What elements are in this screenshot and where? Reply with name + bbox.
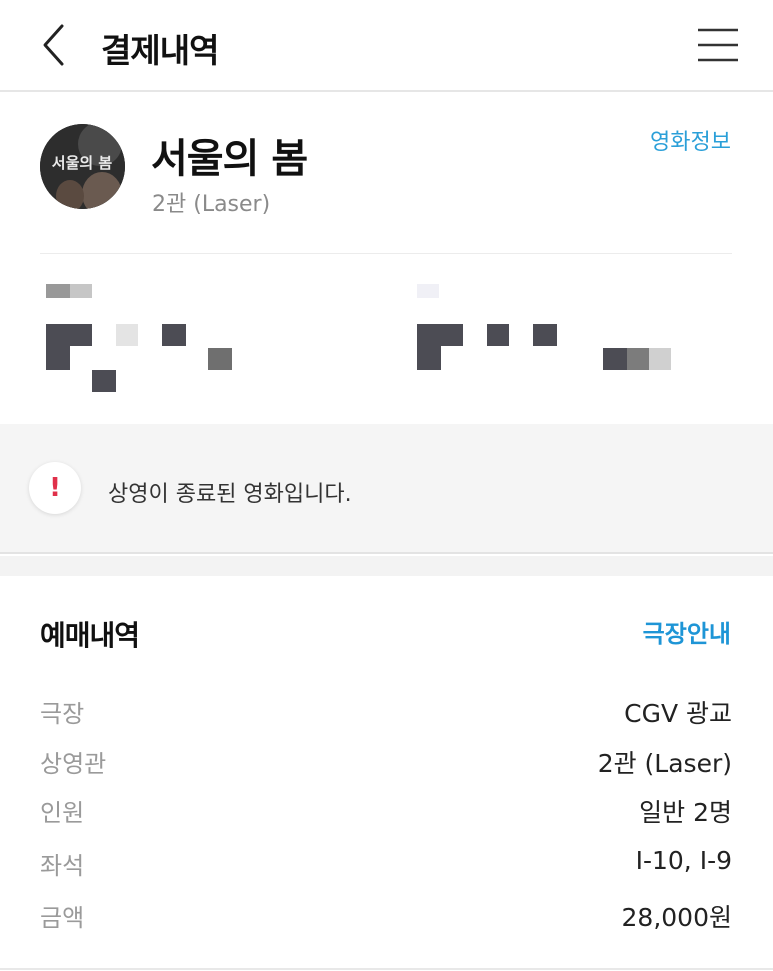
back-button[interactable] [36, 22, 76, 68]
booking-row-people: 인원 일반 2명 [40, 793, 732, 833]
theater-info-link[interactable]: 극장안내 [643, 614, 731, 649]
row-value: CGV 광교 [624, 699, 732, 728]
booking-row-seats: 좌석 I-10, I-9 [40, 846, 732, 886]
booking-details: 예매내역 극장안내 극장 CGV 광교 상영관 2관 (Laser) 인원 일반… [0, 576, 773, 971]
booking-section-title: 예매내역 [40, 619, 140, 652]
notice-text: 상영이 종료된 영화입니다. [108, 482, 352, 507]
row-label: 금액 [40, 904, 85, 932]
row-value: 28,000원 [621, 903, 732, 932]
chevron-left-icon [43, 24, 64, 66]
row-label: 인원 [40, 799, 85, 827]
screening-ended-notice: ! 상영이 종료된 영화입니다. [0, 424, 773, 554]
row-value: I-10, I-9 [635, 846, 732, 875]
divider [40, 253, 732, 254]
redacted-time-block [417, 280, 677, 400]
redacted-date-block [46, 280, 246, 400]
section-spacer [0, 556, 773, 576]
poster-image: 서울의 봄 [40, 124, 125, 209]
movie-title: 서울의 봄 [151, 136, 308, 182]
alert-icon: ! [29, 462, 81, 514]
row-value: 2관 (Laser) [597, 749, 732, 778]
poster-title-art: 서울의 봄 [52, 154, 113, 172]
movie-info-link[interactable]: 영화정보 [650, 124, 731, 156]
row-label: 상영관 [40, 750, 107, 778]
booking-row-price: 금액 28,000원 [40, 898, 732, 938]
row-value: 일반 2명 [639, 798, 732, 827]
top-app-bar: 결제내역 [0, 0, 773, 92]
row-label: 좌석 [40, 852, 85, 880]
divider [0, 968, 773, 970]
hamburger-menu-icon [698, 28, 738, 62]
booking-row-theater: 극장 CGV 광교 [40, 694, 732, 734]
movie-poster[interactable]: 서울의 봄 [40, 124, 125, 209]
menu-button[interactable] [695, 26, 741, 64]
movie-hall: 2관 (Laser) [152, 192, 271, 217]
booking-row-hall: 상영관 2관 (Laser) [40, 744, 732, 784]
page-title: 결제내역 [101, 31, 219, 70]
row-label: 극장 [40, 700, 85, 728]
movie-summary: 서울의 봄 서울의 봄 2관 (Laser) 영화정보 [0, 94, 773, 424]
